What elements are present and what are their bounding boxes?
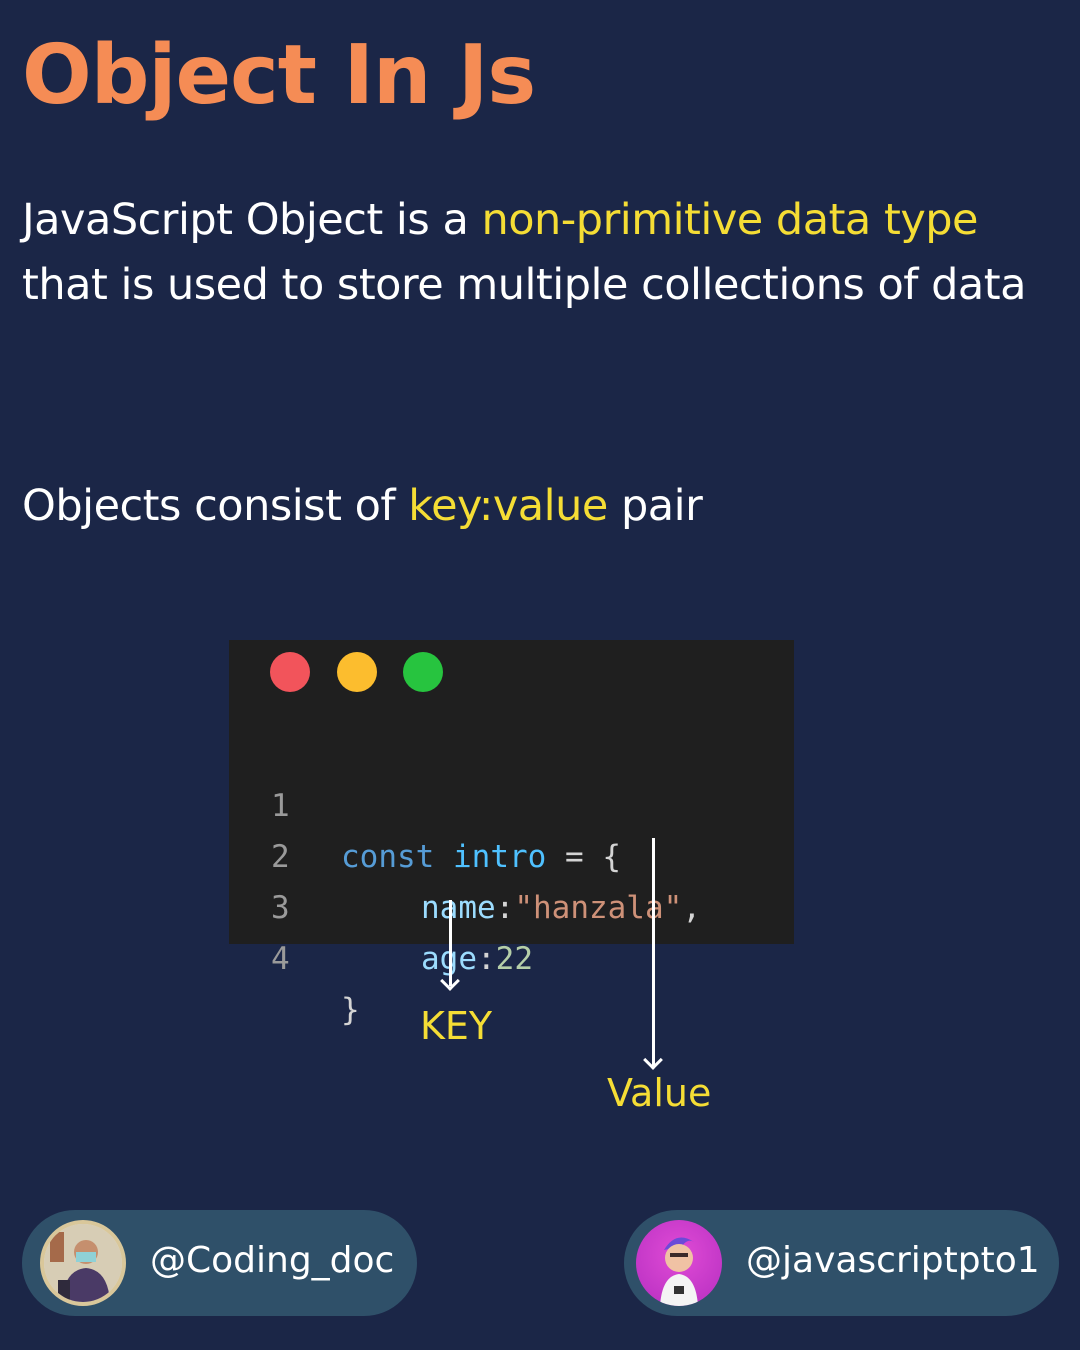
code-line-4: 4 } bbox=[229, 883, 794, 1028]
close-dot-icon bbox=[270, 652, 310, 692]
javascriptpto1-avatar bbox=[636, 1220, 722, 1306]
intro-text-2: that is used to store multiple collectio… bbox=[22, 260, 1026, 310]
pair-highlight: key:value bbox=[408, 481, 608, 531]
coding-doc-avatar bbox=[40, 1220, 126, 1306]
pair-text-1: Objects consist of bbox=[22, 481, 409, 531]
intro-paragraph: JavaScript Object is a non-primitive dat… bbox=[22, 188, 1062, 318]
intro-text-1: JavaScript Object is a bbox=[22, 195, 482, 245]
intro-highlight: non-primitive data type bbox=[481, 195, 979, 245]
page-title: Object In Js bbox=[22, 28, 536, 123]
value-arrow-line bbox=[652, 838, 655, 1066]
pair-text-2: pair bbox=[607, 481, 703, 531]
pair-paragraph: Objects consist of key:value pair bbox=[22, 474, 703, 539]
code-line-1: 1 const intro = { bbox=[229, 730, 794, 875]
left-handle-text: @Coding_doc bbox=[150, 1240, 395, 1281]
code-line-2: 2 name:"hanzala", bbox=[229, 781, 794, 926]
code-window: 1 const intro = { 2 name:"hanzala", 3 ag… bbox=[229, 640, 794, 1028]
minimize-dot-icon bbox=[337, 652, 377, 692]
key-label: KEY bbox=[420, 1004, 493, 1048]
code-colon: : bbox=[477, 941, 496, 977]
value-label: Value bbox=[607, 1071, 712, 1115]
right-handle-text: @javascriptpto1 bbox=[746, 1240, 1040, 1281]
value-arrow-head-icon bbox=[643, 1050, 663, 1070]
code-block: 1 const intro = { 2 name:"hanzala", 3 ag… bbox=[229, 730, 794, 1028]
maximize-dot-icon bbox=[403, 652, 443, 692]
code-line-3-src: age:22 bbox=[421, 934, 533, 985]
code-number-value: 22 bbox=[495, 941, 533, 977]
code-close-brace: } bbox=[341, 992, 360, 1028]
code-line-3: 3 age:22 bbox=[229, 832, 794, 977]
line-number: 4 bbox=[271, 941, 290, 977]
left-profile-pill[interactable]: @Coding_doc bbox=[22, 1210, 417, 1316]
right-profile-pill[interactable]: @javascriptpto1 bbox=[624, 1210, 1059, 1316]
